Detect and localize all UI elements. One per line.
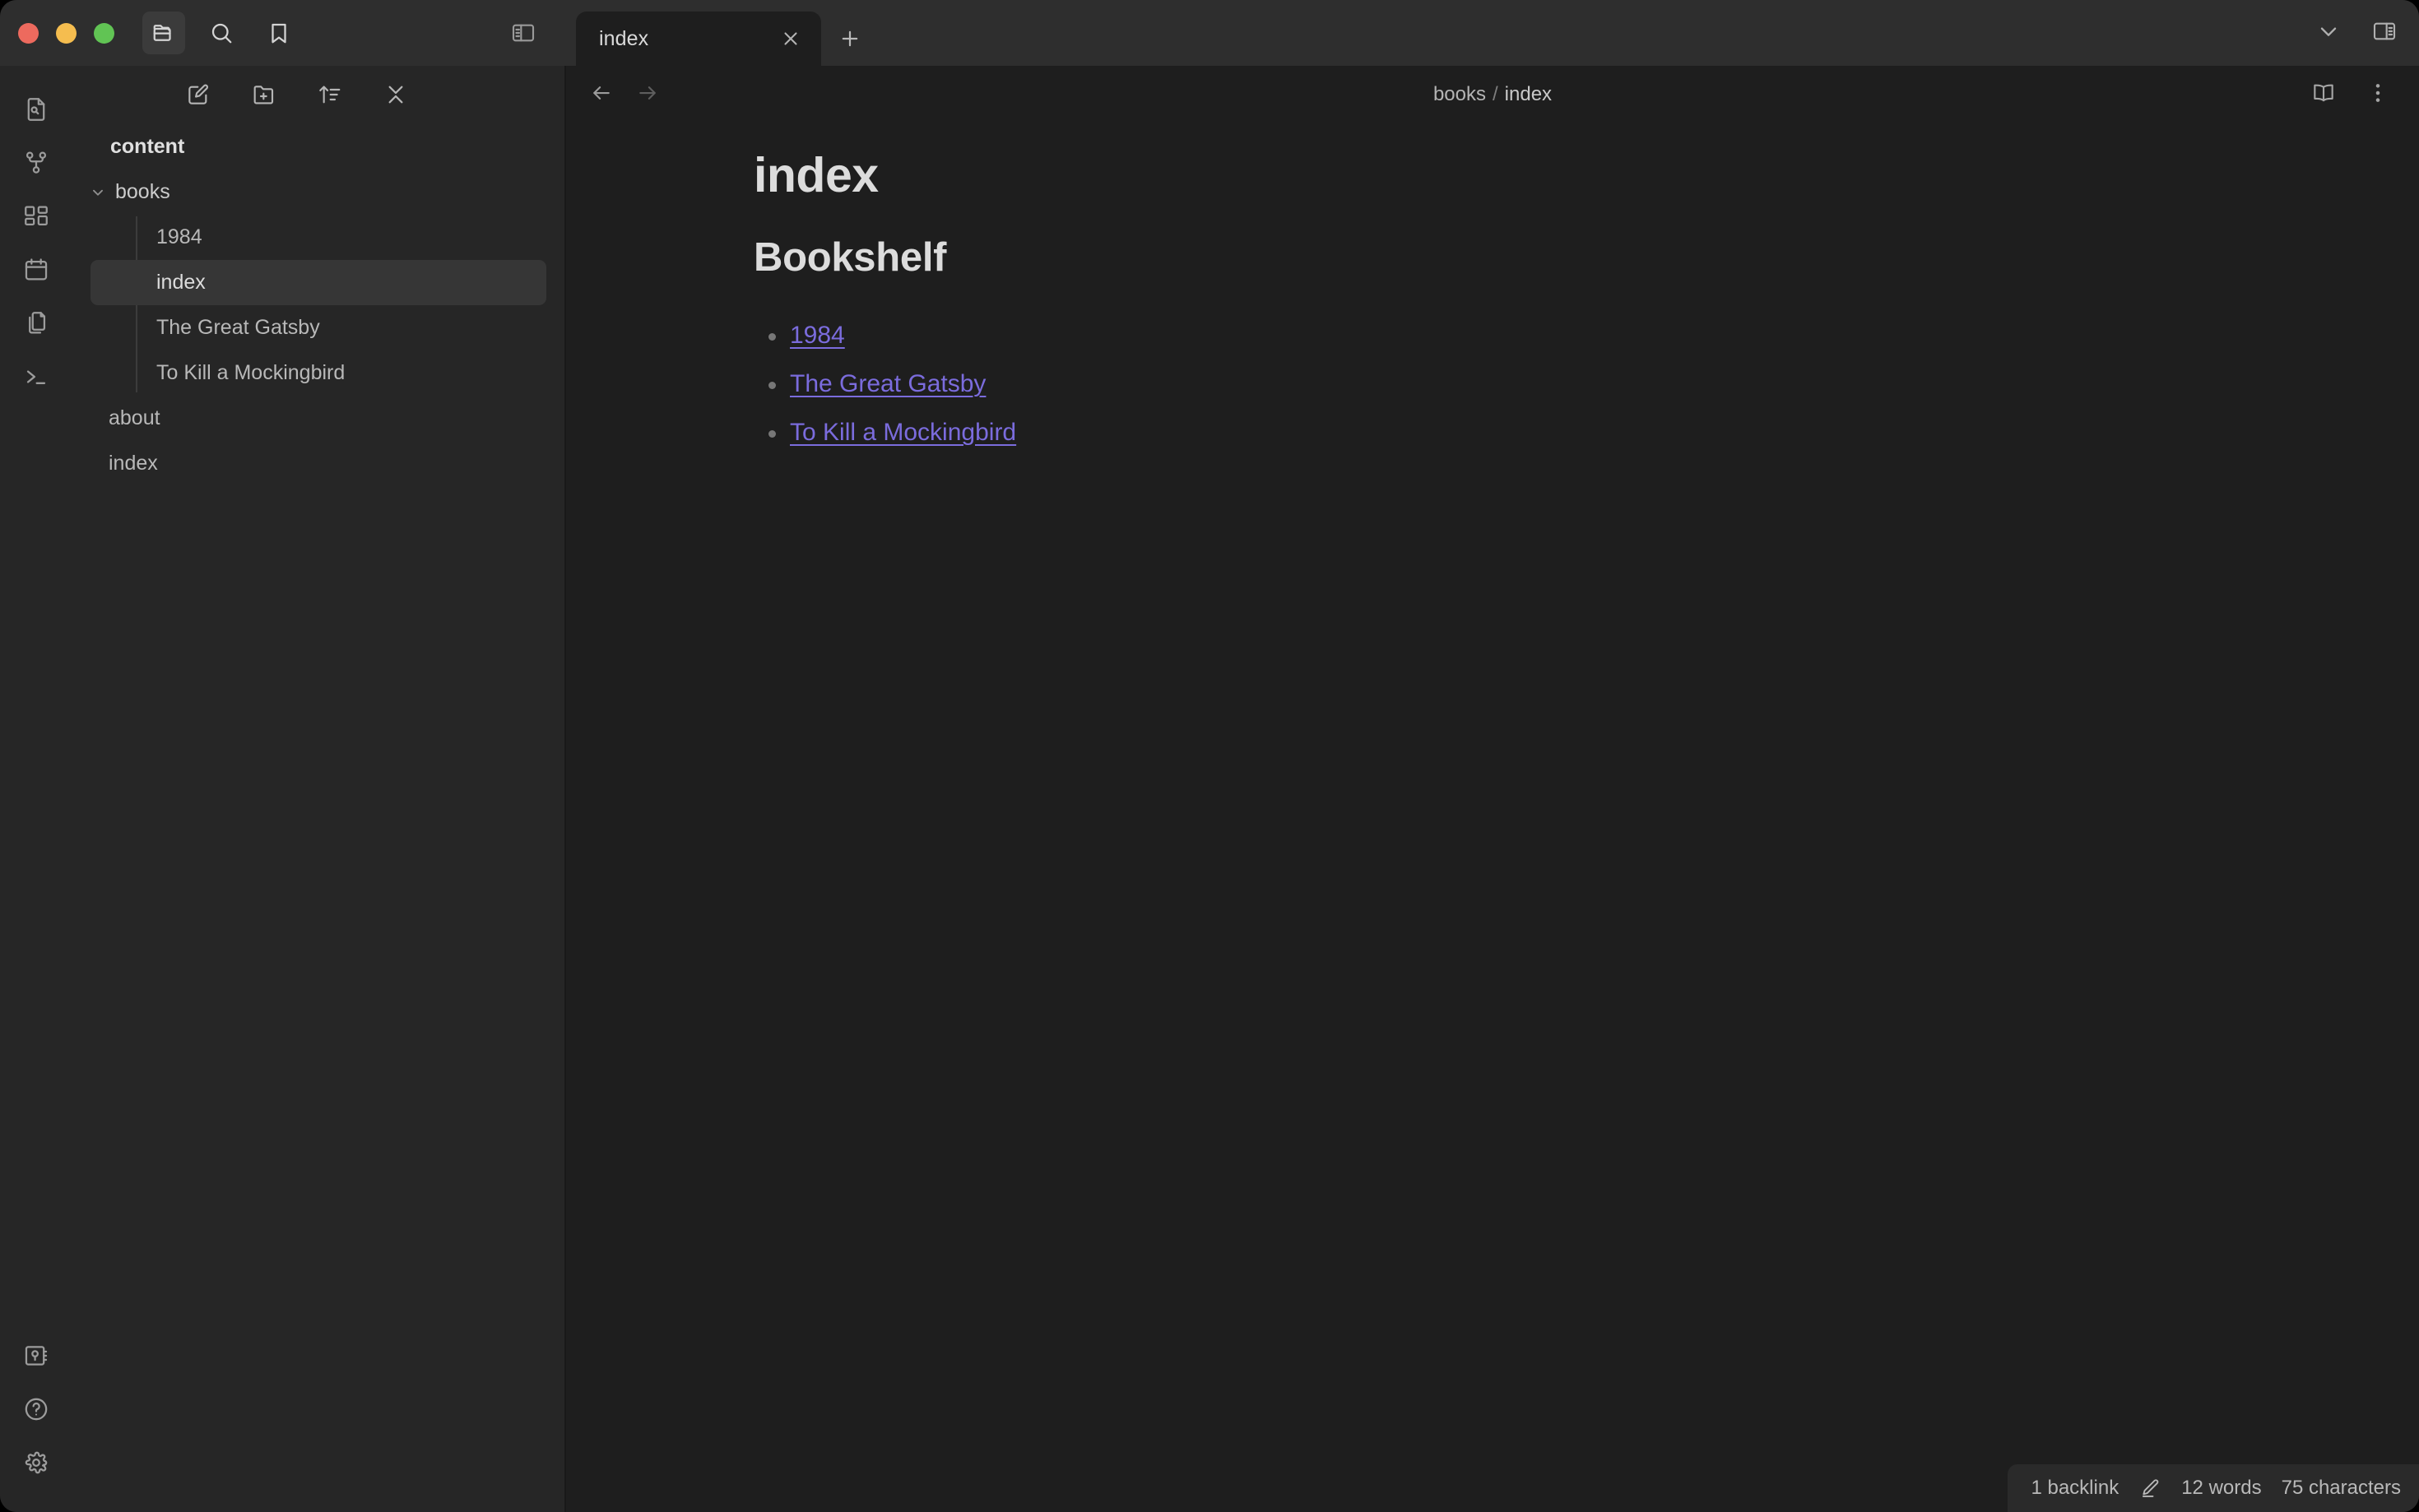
- bookmark-icon[interactable]: [258, 12, 300, 54]
- new-note-icon[interactable]: [182, 78, 215, 111]
- more-options-icon[interactable]: [2365, 80, 2391, 110]
- document-content: index Bookshelf 1984 The Great Gatsby To…: [566, 123, 2152, 448]
- tree-item-the-great-gatsby[interactable]: The Great Gatsby: [91, 305, 546, 350]
- editor-pane: books / index index Bookshelf 1984 The G…: [566, 66, 2419, 1512]
- search-icon[interactable]: [200, 12, 243, 54]
- left-ribbon: [0, 66, 72, 1512]
- internal-link-1984[interactable]: 1984: [790, 322, 845, 349]
- tree-item-index-root[interactable]: index: [91, 441, 546, 486]
- document-title: index: [754, 148, 879, 202]
- chevron-down-icon[interactable]: [2315, 18, 2342, 49]
- folder-icon[interactable]: [142, 12, 185, 54]
- new-tab-button[interactable]: [821, 12, 879, 66]
- tab-strip: index: [576, 0, 879, 66]
- breadcrumb: books / index: [566, 83, 2419, 106]
- tree-item-to-kill-a-mockingbird[interactable]: To Kill a Mockingbird: [91, 350, 546, 396]
- document-heading: Bookshelf: [754, 234, 947, 280]
- status-bar: 1 backlink 12 words 75 characters: [2008, 1464, 2419, 1512]
- explorer-toolbar: [72, 66, 564, 123]
- breadcrumb-file[interactable]: index: [1505, 83, 1552, 105]
- ribbon-bottom-group: [11, 1330, 62, 1512]
- titlebar-right-group: [2315, 0, 2398, 66]
- tree-item-label: about: [109, 406, 160, 429]
- list-item: The Great Gatsby: [768, 369, 2152, 399]
- tab-index[interactable]: index: [576, 12, 821, 66]
- graph-view-icon[interactable]: [11, 137, 62, 188]
- tree-item-label: 1984: [156, 225, 202, 248]
- list-item: To Kill a Mockingbird: [768, 418, 2152, 448]
- sort-icon[interactable]: [313, 78, 346, 111]
- file-tree: content books 1984 index The Great Gatsb…: [72, 123, 564, 486]
- navigation-arrows: [566, 81, 660, 109]
- document-scroll-area[interactable]: index Bookshelf 1984 The Great Gatsby To…: [566, 123, 2419, 1512]
- settings-icon[interactable]: [11, 1437, 62, 1488]
- breadcrumb-separator: /: [1493, 83, 1498, 105]
- vault-title: content: [91, 123, 546, 169]
- toggle-left-sidebar-icon[interactable]: [510, 0, 536, 66]
- backlink-count[interactable]: 1 backlink: [2031, 1477, 2119, 1500]
- tree-item-label: The Great Gatsby: [156, 316, 320, 339]
- breadcrumb-folder[interactable]: books: [1433, 83, 1486, 105]
- tree-item-label: index: [156, 271, 206, 294]
- tab-label: index: [599, 26, 649, 50]
- maximize-window-button[interactable]: [94, 22, 114, 44]
- tree-item-label: index: [109, 452, 158, 475]
- character-count[interactable]: 75 characters: [2282, 1477, 2401, 1500]
- app-body: content books 1984 index The Great Gatsb…: [0, 66, 2419, 1512]
- close-icon[interactable]: [780, 28, 801, 49]
- tree-folder-books[interactable]: books: [91, 169, 546, 215]
- titlebar-left-group: [0, 0, 300, 66]
- tree-item-index-books[interactable]: index: [91, 260, 546, 305]
- document-link-list: 1984 The Great Gatsby To Kill a Mockingb…: [754, 321, 2152, 448]
- app-window: index content books 1984 index The Great…: [0, 0, 2419, 1512]
- view-actions: [2310, 80, 2419, 110]
- tree-item-about[interactable]: about: [91, 396, 546, 441]
- canvas-icon[interactable]: [11, 191, 62, 242]
- view-header: books / index: [566, 66, 2419, 123]
- help-icon[interactable]: [11, 1384, 62, 1435]
- word-count[interactable]: 12 words: [2181, 1477, 2261, 1500]
- arrow-right-icon[interactable]: [635, 81, 660, 109]
- terminal-icon[interactable]: [11, 351, 62, 402]
- reading-view-icon[interactable]: [2310, 80, 2337, 110]
- chevron-down-icon[interactable]: [87, 183, 109, 202]
- vault-switcher-icon[interactable]: [11, 1330, 62, 1381]
- tree-item-1984[interactable]: 1984: [91, 215, 546, 260]
- close-window-button[interactable]: [18, 22, 39, 44]
- traffic-lights: [18, 22, 114, 44]
- templates-icon[interactable]: [11, 298, 62, 349]
- daily-note-icon[interactable]: [11, 244, 62, 295]
- arrow-left-icon[interactable]: [589, 81, 614, 109]
- tree-children-books: 1984 index The Great Gatsby To Kill a Mo…: [91, 215, 546, 396]
- collapse-all-icon[interactable]: [379, 78, 412, 111]
- pencil-icon[interactable]: [2138, 1477, 2161, 1500]
- internal-link-to-kill-a-mockingbird[interactable]: To Kill a Mockingbird: [790, 419, 1016, 446]
- tree-item-label: To Kill a Mockingbird: [156, 361, 346, 384]
- list-item: 1984: [768, 321, 2152, 350]
- new-folder-icon[interactable]: [248, 78, 281, 111]
- internal-link-the-great-gatsby[interactable]: The Great Gatsby: [790, 370, 986, 397]
- quick-switcher-icon[interactable]: [11, 84, 62, 135]
- file-explorer: content books 1984 index The Great Gatsb…: [72, 66, 566, 1512]
- toggle-right-sidebar-icon[interactable]: [2371, 18, 2398, 49]
- title-bar: index: [0, 0, 2419, 66]
- minimize-window-button[interactable]: [56, 22, 77, 44]
- vault-name-label: content: [110, 134, 185, 158]
- tree-folder-label: books: [115, 180, 170, 203]
